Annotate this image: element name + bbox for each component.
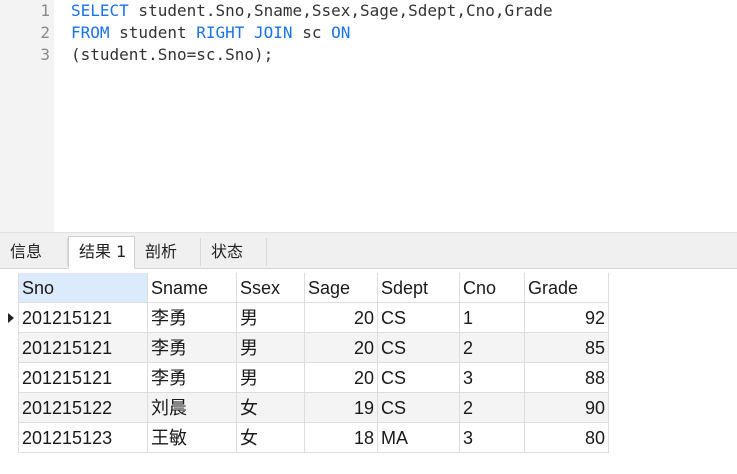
current-row-indicator-icon bbox=[8, 313, 14, 323]
table-cell-sage[interactable]: 20 bbox=[305, 333, 378, 363]
table-cell-sno[interactable]: 201215123 bbox=[18, 423, 148, 453]
table-cell-sdept[interactable]: MA bbox=[378, 423, 460, 453]
table-cell-sdept[interactable]: CS bbox=[378, 363, 460, 393]
table-cell-sage[interactable]: 18 bbox=[305, 423, 378, 453]
table-cell-sno[interactable]: 201215121 bbox=[18, 363, 148, 393]
sql-text: student bbox=[109, 23, 197, 42]
table-cell-sdept[interactable]: CS bbox=[378, 333, 460, 363]
table-cell-sage[interactable]: 19 bbox=[305, 393, 378, 423]
column-header-grade[interactable]: Grade bbox=[525, 273, 609, 303]
sql-keyword: SELECT bbox=[71, 1, 129, 20]
sql-text: (student.Sno=sc.Sno); bbox=[71, 45, 274, 64]
table-cell-ssex[interactable]: 男 bbox=[237, 303, 305, 333]
sql-keyword: FROM bbox=[71, 23, 110, 42]
line-number-gutter: 1 2 3 bbox=[0, 0, 54, 232]
column-header-sage[interactable]: Sage bbox=[305, 273, 378, 303]
table-cell-cno[interactable]: 1 bbox=[460, 303, 525, 333]
table-cell-grade[interactable]: 92 bbox=[525, 303, 609, 333]
column-header-cno[interactable]: Cno bbox=[460, 273, 525, 303]
table-cell-cno[interactable]: 2 bbox=[460, 333, 525, 363]
code-line[interactable]: FROM student RIGHT JOIN sc ON bbox=[71, 22, 350, 44]
table-cell-ssex[interactable]: 女 bbox=[237, 393, 305, 423]
column-header-sno[interactable]: Sno bbox=[18, 273, 148, 303]
line-number: 2 bbox=[40, 23, 50, 42]
table-cell-grade[interactable]: 80 bbox=[525, 423, 609, 453]
line-number: 1 bbox=[40, 1, 50, 20]
table-cell-grade[interactable]: 85 bbox=[525, 333, 609, 363]
table-cell-sno[interactable]: 201215121 bbox=[18, 333, 148, 363]
table-cell-cno[interactable]: 2 bbox=[460, 393, 525, 423]
column-header-ssex[interactable]: Ssex bbox=[237, 273, 305, 303]
table-cell-cno[interactable]: 3 bbox=[460, 363, 525, 393]
table-cell-sname[interactable]: 刘晨 bbox=[148, 393, 237, 423]
sql-text: student.Sno,Sname,Ssex,Sage,Sdept,Cno,Gr… bbox=[128, 1, 553, 20]
table-cell-grade[interactable]: 88 bbox=[525, 363, 609, 393]
tab-4[interactable]: 状态 bbox=[201, 238, 267, 266]
table-cell-sname[interactable]: 李勇 bbox=[148, 363, 237, 393]
column-header-sdept[interactable]: Sdept bbox=[378, 273, 460, 303]
table-cell-sno[interactable]: 201215122 bbox=[18, 393, 148, 423]
sql-editor[interactable]: 1 2 3 SELECT student.Sno,Sname,Ssex,Sage,S… bbox=[0, 0, 737, 232]
result-grid[interactable]: Sno Sname Ssex Sage Sdept Cno Grade 201215121 李勇… bbox=[0, 268, 737, 474]
table-cell-ssex[interactable]: 男 bbox=[237, 333, 305, 363]
table-cell-sage[interactable]: 20 bbox=[305, 303, 378, 333]
table-cell-cno[interactable]: 3 bbox=[460, 423, 525, 453]
column-header-sname[interactable]: Sname bbox=[148, 273, 237, 303]
table-cell-ssex[interactable]: 男 bbox=[237, 363, 305, 393]
table-cell-sdept[interactable]: CS bbox=[378, 303, 460, 333]
result-tab-bar: 信息 结果 1 剖析 状态 bbox=[0, 236, 737, 269]
tab-1[interactable]: 信息 bbox=[0, 238, 68, 266]
code-line[interactable]: SELECT student.Sno,Sname,Ssex,Sage,Sdept… bbox=[71, 0, 553, 22]
code-line[interactable]: (student.Sno=sc.Sno); bbox=[71, 44, 273, 66]
tab-3[interactable]: 剖析 bbox=[135, 238, 201, 266]
table-cell-sname[interactable]: 李勇 bbox=[148, 303, 237, 333]
table-cell-sno[interactable]: 201215121 bbox=[18, 303, 148, 333]
sql-text: sc bbox=[292, 23, 332, 42]
sql-keyword: ON bbox=[331, 23, 351, 42]
table-cell-sage[interactable]: 20 bbox=[305, 363, 378, 393]
table-cell-ssex[interactable]: 女 bbox=[237, 423, 305, 453]
line-number: 3 bbox=[40, 45, 50, 64]
table-cell-grade[interactable]: 90 bbox=[525, 393, 609, 423]
table-cell-sname[interactable]: 王敏 bbox=[148, 423, 237, 453]
sql-keyword: RIGHT JOIN bbox=[196, 23, 293, 42]
table-cell-sname[interactable]: 李勇 bbox=[148, 333, 237, 363]
table-cell-sdept[interactable]: CS bbox=[378, 393, 460, 423]
tab-2[interactable]: 结果 1 bbox=[68, 236, 135, 269]
